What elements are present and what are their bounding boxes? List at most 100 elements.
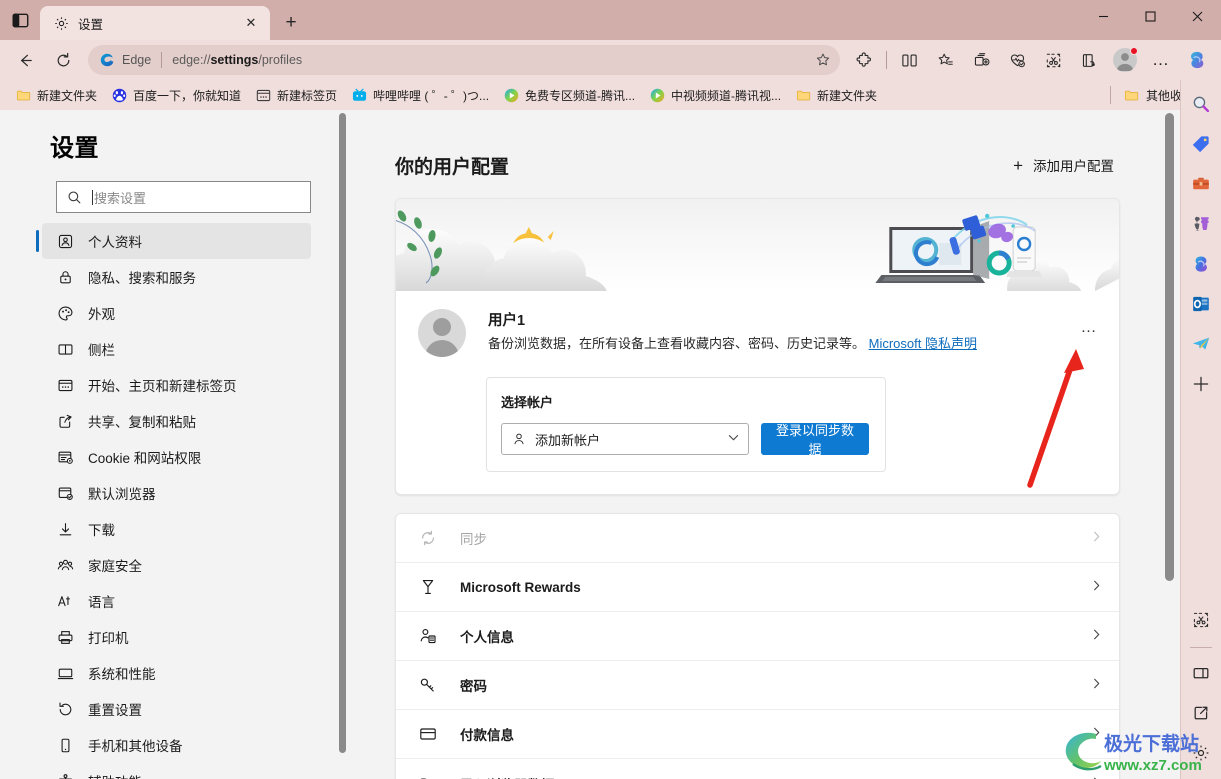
profile-row: 用户1 备份浏览数据，在所有设备上查看收藏内容、密码、历史记录等。 Micros… — [396, 291, 1119, 363]
sidebar-shopping-button[interactable] — [1185, 128, 1217, 160]
favorites-button[interactable] — [929, 44, 961, 76]
list-item-rewards[interactable]: Microsoft Rewards — [396, 563, 1119, 612]
settings-nav-list: 个人资料 隐私、搜索和服务 外观 侧栏 开始、主页和新建标签页 共享、复制和粘贴… — [0, 223, 340, 779]
sidebar-tools-button[interactable] — [1185, 168, 1217, 200]
bookmark-item[interactable]: 中视频频道-腾讯视... — [642, 83, 788, 107]
address-bar[interactable]: Edge edge://settings/profiles — [88, 45, 840, 75]
share-icon — [56, 412, 74, 430]
sidebar-item-accessibility[interactable]: 辅助功能 — [42, 763, 311, 779]
profile-banner-illustration — [396, 199, 1119, 291]
sidebar-item-downloads[interactable]: 下载 — [42, 511, 311, 547]
extensions-button[interactable] — [848, 44, 880, 76]
close-window-button[interactable] — [1174, 0, 1221, 32]
sidebar-settings-button[interactable] — [1185, 737, 1217, 769]
bookmark-item[interactable]: 哔哩哔哩 ( ゜- ゜)つ... — [344, 83, 496, 107]
new-tab-button[interactable]: + — [274, 6, 308, 40]
sidebar-item-family-safety[interactable]: 家庭安全 — [42, 547, 311, 583]
sidebar-item-appearance[interactable]: 外观 — [42, 295, 311, 331]
settings-nav-scrollbar[interactable] — [338, 110, 348, 779]
folder-icon — [795, 87, 811, 103]
sidebar-item-sidebar[interactable]: 侧栏 — [42, 331, 311, 367]
sidebar-item-profiles[interactable]: 个人资料 — [36, 223, 311, 259]
sidebar-icon — [56, 340, 74, 358]
palette-icon — [56, 304, 74, 322]
avatar — [418, 309, 466, 357]
sidebar-item-reset-settings[interactable]: 重置设置 — [42, 691, 311, 727]
sidebar-copilot-button[interactable] — [1185, 248, 1217, 280]
screenshot-button[interactable] — [1037, 44, 1069, 76]
minimize-button[interactable] — [1080, 0, 1127, 32]
sidebar-games-button[interactable] — [1185, 208, 1217, 240]
sidebar-open-new-button[interactable] — [1185, 697, 1217, 729]
bookmark-item[interactable]: 新建文件夹 — [788, 83, 884, 107]
browser-settings-more-button[interactable]: … — [1145, 44, 1177, 76]
accessibility-icon — [56, 772, 74, 779]
profile-alert-badge — [1130, 47, 1138, 55]
list-item-label: 密码 — [460, 679, 487, 694]
sidebar-item-share-copy-paste[interactable]: 共享、复制和粘贴 — [42, 403, 311, 439]
list-item-payment-info[interactable]: 付款信息 — [396, 710, 1119, 759]
bookmark-item[interactable]: 新建文件夹 — [8, 83, 104, 107]
sidebar-telegram-button[interactable] — [1185, 328, 1217, 360]
signin-box: 选择帐户 添加新帐户 登录以同步数据 — [486, 377, 886, 472]
list-item-personal-info[interactable]: 个人信息 — [396, 612, 1119, 661]
sidebar-item-system-performance[interactable]: 系统和性能 — [42, 655, 311, 691]
import-icon — [418, 774, 438, 779]
sidebar-item-phone-devices[interactable]: 手机和其他设备 — [42, 727, 311, 763]
tab-search-icon[interactable] — [0, 0, 40, 40]
search-placeholder: 搜索设置 — [94, 190, 147, 206]
settings-page: 设置 搜索设置 个人资料 隐私、搜索和服务 外观 侧栏 开始、主页和新建标签页 … — [0, 110, 1180, 779]
sidebar-screenshot-button[interactable] — [1185, 604, 1217, 636]
read-aloud-button[interactable] — [1073, 44, 1105, 76]
bookmark-item[interactable]: 新建标签页 — [248, 83, 344, 107]
printer-icon — [56, 628, 74, 646]
sidebar-item-default-browser[interactable]: 默认浏览器 — [42, 475, 311, 511]
sidebar-item-label: 辅助功能 — [88, 771, 142, 779]
profile-more-button[interactable]: … — [1075, 317, 1103, 339]
scrollbar-thumb[interactable] — [1165, 113, 1174, 581]
list-item-label: 个人信息 — [460, 630, 514, 645]
back-button[interactable] — [9, 44, 41, 76]
add-profile-button[interactable]: + 添加用户配置 — [1007, 150, 1120, 180]
account-select[interactable]: 添加新帐户 — [501, 423, 749, 455]
profile-card: 用户1 备份浏览数据，在所有设备上查看收藏内容、密码、历史记录等。 Micros… — [395, 198, 1120, 495]
scrollbar-thumb[interactable] — [339, 113, 346, 753]
system-icon — [56, 664, 74, 682]
sidebar-item-languages[interactable]: 语言 — [42, 583, 311, 619]
tab-settings[interactable]: 设置 ✕ — [40, 6, 270, 40]
sidebar-add-button[interactable] — [1185, 368, 1217, 400]
bilibili-icon — [351, 87, 367, 103]
bookmark-item[interactable]: 百度一下，你就知道 — [104, 83, 248, 107]
close-icon[interactable]: ✕ — [240, 12, 262, 34]
search-input[interactable]: 搜索设置 — [56, 181, 311, 213]
signin-sync-button[interactable]: 登录以同步数据 — [761, 423, 869, 457]
sidebar-item-start-home-newtab[interactable]: 开始、主页和新建标签页 — [42, 367, 311, 403]
sidebar-item-privacy[interactable]: 隐私、搜索和服务 — [42, 259, 311, 295]
sidebar-toggle-pane-button[interactable] — [1185, 657, 1217, 689]
sidebar-item-label: 语言 — [88, 595, 115, 610]
copilot-icon[interactable] — [1181, 44, 1213, 76]
sidebar-item-label: 打印机 — [88, 631, 129, 646]
profile-button[interactable] — [1109, 44, 1141, 76]
chevron-right-icon — [1090, 677, 1103, 693]
content-scrollbar[interactable] — [1164, 110, 1176, 779]
list-item-passwords[interactable]: 密码 — [396, 661, 1119, 710]
bookmarks-bar: 新建文件夹 百度一下，你就知道 新建标签页 哔哩哔哩 ( ゜- ゜)つ... 免… — [0, 80, 1221, 110]
list-item-import-browser-data[interactable]: 导入浏览器数据 — [396, 759, 1119, 779]
sidebar-item-printers[interactable]: 打印机 — [42, 619, 311, 655]
split-screen-button[interactable] — [893, 44, 925, 76]
sidebar-outlook-button[interactable] — [1185, 288, 1217, 320]
refresh-button[interactable] — [47, 44, 79, 76]
browser-essentials-button[interactable] — [1001, 44, 1033, 76]
star-icon[interactable] — [810, 47, 836, 73]
folder-icon — [15, 87, 31, 103]
collections-button[interactable] — [965, 44, 997, 76]
sidebar-item-label: 下载 — [88, 523, 115, 538]
lock-icon — [56, 268, 74, 286]
sidebar-search-button[interactable] — [1185, 88, 1217, 120]
bookmark-item[interactable]: 免费专区频道-腾讯... — [496, 83, 642, 107]
maximize-button[interactable] — [1127, 0, 1174, 32]
privacy-statement-link[interactable]: Microsoft 隐私声明 — [869, 336, 977, 351]
sidebar-item-cookies-permissions[interactable]: Cookie 和网站权限 — [42, 439, 311, 475]
download-icon — [56, 520, 74, 538]
